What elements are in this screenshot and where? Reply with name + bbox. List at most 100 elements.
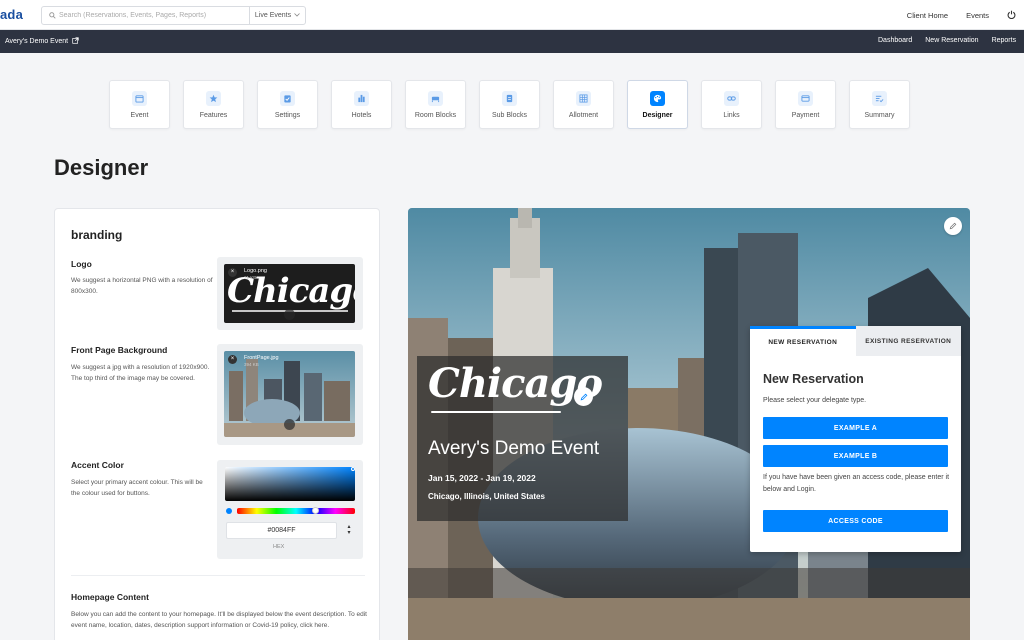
tab-designer[interactable]: Designer [627, 80, 688, 129]
hex-input[interactable]: #0084FF [226, 522, 337, 539]
accent-color-picker: #0084FF ▴ ▾ HEX [217, 460, 363, 559]
tab-hotels[interactable]: Hotels [331, 80, 392, 129]
credit-card-icon [798, 90, 813, 106]
settings-tabs: Event Features Settings Hotels Room Bloc… [109, 80, 910, 129]
background-thumbnail: × FrontPage.jpg 394 KB [224, 351, 355, 437]
edit-background-icon[interactable] [944, 217, 962, 235]
tab-room-blocks[interactable]: Room Blocks [405, 80, 466, 129]
event-dates: Jan 15, 2022 - Jan 19, 2022 [428, 473, 536, 483]
format-toggle-icon[interactable]: ▴ ▾ [345, 524, 353, 537]
tab-label: Allotment [568, 111, 599, 119]
reservation-card: NEW RESERVATION EXISTING RESERVATION New… [750, 326, 961, 552]
power-icon[interactable] [1007, 10, 1016, 21]
branding-panel: branding Logo We suggest a horizontal PN… [54, 208, 380, 640]
search-scope-select[interactable]: Live Events [249, 7, 305, 24]
events-link[interactable]: Events [966, 11, 989, 20]
tab-label: Sub Blocks [491, 111, 528, 119]
clipboard-check-icon [280, 90, 295, 106]
tab-label: Summary [864, 111, 895, 119]
tab-label: Payment [791, 111, 820, 119]
reservation-tabs: NEW RESERVATION EXISTING RESERVATION [750, 326, 961, 356]
remove-logo-icon[interactable]: × [228, 268, 237, 277]
logo-desc: We suggest a horizontal PNG with a resol… [71, 277, 213, 295]
tab-label: Event [130, 111, 149, 119]
document-icon [502, 90, 517, 106]
edit-background-icon[interactable] [284, 419, 295, 430]
homepage-content-desc: Below you can add the content to your ho… [71, 611, 367, 629]
logo-upload[interactable]: Chicago × Logo.png 21 KB [217, 257, 363, 330]
accent-title: Accent Color [71, 460, 124, 470]
logo-underline [431, 411, 561, 413]
hue-handle[interactable] [312, 507, 319, 514]
background-title: Front Page Background [71, 345, 168, 355]
top-bar: ada Live Events Client Home Events [0, 0, 1024, 30]
tab-links[interactable]: Links [701, 80, 762, 129]
dashboard-link[interactable]: Dashboard [878, 37, 912, 44]
search-scope-label: Live Events [254, 12, 292, 19]
edit-logo-icon[interactable] [284, 309, 295, 320]
client-home-link[interactable]: Client Home [907, 11, 948, 20]
event-info-overlay: Chicago Avery's Demo Event Jan 15, 2022 … [417, 356, 628, 521]
access-code-note: If you have have been given an access co… [763, 474, 950, 493]
background-upload[interactable]: × FrontPage.jpg 394 KB [217, 344, 363, 445]
tab-new-reservation[interactable]: NEW RESERVATION [750, 326, 856, 356]
divider [71, 575, 365, 576]
branding-heading: branding [71, 228, 123, 242]
remove-background-icon[interactable]: × [228, 355, 237, 364]
search-input[interactable] [59, 8, 251, 23]
tab-label: Hotels [351, 111, 372, 119]
event-title: Avery's Demo Event [428, 438, 600, 459]
new-reservation-link[interactable]: New Reservation [925, 37, 978, 44]
tab-sub-blocks[interactable]: Sub Blocks [479, 80, 540, 129]
saturation-area[interactable] [225, 467, 355, 501]
accent-desc: Select your primary accent colour. This … [71, 479, 203, 497]
background-file-name: FrontPage.jpg [244, 355, 279, 361]
star-icon [206, 90, 221, 106]
tab-event[interactable]: Event [109, 80, 170, 129]
page-title: Designer [54, 155, 149, 180]
tab-settings[interactable]: Settings [257, 80, 318, 129]
chevron-down-icon [294, 12, 300, 19]
logo-file-name: Logo.png [244, 268, 267, 274]
tab-label: Room Blocks [414, 111, 457, 119]
hex-label: HEX [273, 544, 285, 550]
reservation-subtext: Please select your delegate type. [763, 397, 867, 404]
brand-logo[interactable]: ada [0, 7, 23, 22]
current-event-link[interactable]: Avery's Demo Event [5, 37, 79, 46]
homepage-content-title: Homepage Content [71, 592, 149, 602]
building-icon [354, 90, 369, 106]
tab-payment[interactable]: Payment [775, 80, 836, 129]
link-icon [724, 90, 739, 106]
tab-label: Links [723, 111, 740, 119]
tab-label: Settings [274, 111, 301, 119]
event-nav: Dashboard New Reservation Reports [878, 37, 1016, 44]
tab-features[interactable]: Features [183, 80, 244, 129]
calendar-icon [132, 90, 147, 106]
reports-link[interactable]: Reports [992, 37, 1017, 44]
logo-title: Logo [71, 259, 92, 269]
search-box: Live Events [41, 6, 306, 25]
homepage-preview: Chicago Avery's Demo Event Jan 15, 2022 … [408, 208, 970, 640]
saturation-handle[interactable] [351, 467, 355, 471]
tab-allotment[interactable]: Allotment [553, 80, 614, 129]
background-file-size: 394 KB [244, 362, 259, 367]
external-link-icon [72, 37, 79, 46]
tab-label: Features [199, 111, 228, 119]
background-desc: We suggest a jpg with a resolution of 19… [71, 364, 210, 382]
logo-file-size: 21 KB [244, 275, 257, 280]
list-check-icon [872, 90, 887, 106]
access-code-button[interactable]: ACCESS CODE [763, 510, 948, 532]
top-nav: Client Home Events [907, 0, 1016, 30]
tab-summary[interactable]: Summary [849, 80, 910, 129]
event-sub-bar: Avery's Demo Event Dashboard New Reserva… [0, 30, 1024, 53]
example-b-button[interactable]: EXAMPLE B [763, 445, 948, 467]
tab-existing-reservation[interactable]: EXISTING RESERVATION [855, 326, 961, 356]
hue-slider[interactable] [237, 507, 355, 514]
reservation-heading: New Reservation [763, 372, 864, 386]
bed-icon [428, 90, 443, 106]
example-a-button[interactable]: EXAMPLE A [763, 417, 948, 439]
edit-logo-icon[interactable] [574, 387, 593, 406]
grid-icon [576, 90, 591, 106]
palette-icon [650, 90, 665, 106]
color-preview-swatch [226, 508, 232, 514]
